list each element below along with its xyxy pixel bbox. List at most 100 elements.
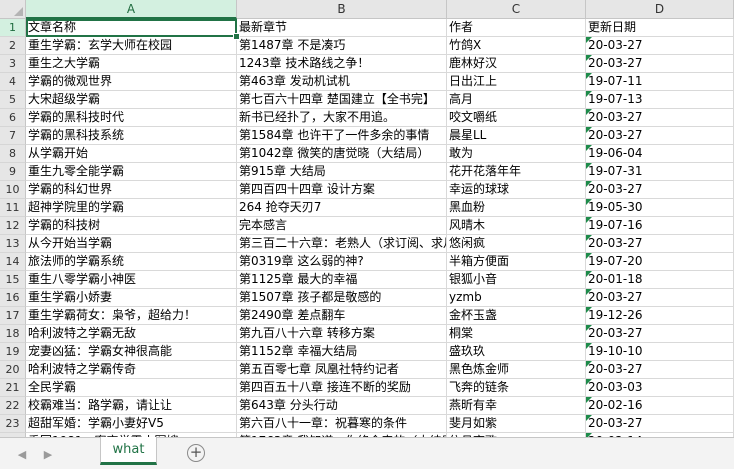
- cell-c23[interactable]: 斐月如紫: [447, 415, 586, 433]
- row-header[interactable]: 20: [0, 361, 26, 379]
- row-header[interactable]: 13: [0, 235, 26, 253]
- cell-c1[interactable]: 作者: [447, 19, 586, 37]
- cell-d16[interactable]: 20-03-27: [586, 289, 734, 307]
- cell-b16[interactable]: 第1507章 孩子都是敬感的: [237, 289, 447, 307]
- cell-a20[interactable]: 哈利波特之学霸传奇: [26, 361, 237, 379]
- cell-d9[interactable]: 19-07-31: [586, 163, 734, 181]
- cell-b1[interactable]: 最新章节: [237, 19, 447, 37]
- cell-c5[interactable]: 高月: [447, 91, 586, 109]
- cell-a16[interactable]: 重生学霸小娇妻: [26, 289, 237, 307]
- row-header[interactable]: 14: [0, 253, 26, 271]
- add-sheet-icon[interactable]: +: [187, 444, 205, 462]
- cell-b3[interactable]: 1243章 技术路线之争！: [237, 55, 447, 73]
- row-header[interactable]: 19: [0, 343, 26, 361]
- cell-c4[interactable]: 日出江上: [447, 73, 586, 91]
- cell-c15[interactable]: 银狐小音: [447, 271, 586, 289]
- cell-a3[interactable]: 重生之大学霸: [26, 55, 237, 73]
- cell-b17[interactable]: 第2490章 差点翻车: [237, 307, 447, 325]
- cell-a4[interactable]: 学霸的微观世界: [26, 73, 237, 91]
- cell-a17[interactable]: 重生学霸荷女：枭爷，超给力！: [26, 307, 237, 325]
- column-header-c[interactable]: C: [447, 0, 586, 19]
- cell-a19[interactable]: 宠妻凶猛：学霸女神很高能: [26, 343, 237, 361]
- row-header[interactable]: 16: [0, 289, 26, 307]
- cell-b22[interactable]: 第643章 分头行动: [237, 397, 447, 415]
- cell-c9[interactable]: 花开花落年年: [447, 163, 586, 181]
- cell-d18[interactable]: 20-03-27: [586, 325, 734, 343]
- row-header[interactable]: 3: [0, 55, 26, 73]
- cell-b13[interactable]: 第三百二十六章：老熟人（求订阅、求月票）: [237, 235, 447, 253]
- cell-c21[interactable]: 飞奔的链条: [447, 379, 586, 397]
- cell-c7[interactable]: 晨星LL: [447, 127, 586, 145]
- cell-d10[interactable]: 20-03-27: [586, 181, 734, 199]
- cell-b20[interactable]: 第五百零七章 凤凰社特约记者: [237, 361, 447, 379]
- row-header[interactable]: 4: [0, 73, 26, 91]
- cell-d21[interactable]: 20-03-03: [586, 379, 734, 397]
- cell-b8[interactable]: 第1042章 微笑的唐觉晓（大结局）: [237, 145, 447, 163]
- cell-d1[interactable]: 更新日期: [586, 19, 734, 37]
- row-header[interactable]: 10: [0, 181, 26, 199]
- cell-a7[interactable]: 学霸的黑科技系统: [26, 127, 237, 145]
- cell-b18[interactable]: 第九百八十六章 转移方案: [237, 325, 447, 343]
- row-header[interactable]: 6: [0, 109, 26, 127]
- row-header[interactable]: 7: [0, 127, 26, 145]
- cell-c13[interactable]: 悠闲疯: [447, 235, 586, 253]
- column-header-a[interactable]: A: [26, 0, 237, 19]
- cell-c6[interactable]: 咬文嚼纸: [447, 109, 586, 127]
- cell-d7[interactable]: 20-03-27: [586, 127, 734, 145]
- cell-c17[interactable]: 金杯玉盏: [447, 307, 586, 325]
- cell-a5[interactable]: 大宋超级学霸: [26, 91, 237, 109]
- cell-d5[interactable]: 19-07-13: [586, 91, 734, 109]
- cell-c10[interactable]: 幸运的球球: [447, 181, 586, 199]
- cell-b6[interactable]: 新书已经扑了，大家不用追。: [237, 109, 447, 127]
- cell-b21[interactable]: 第四百五十八章 接连不断的奖励: [237, 379, 447, 397]
- row-header[interactable]: 1: [0, 19, 26, 37]
- cell-c14[interactable]: 半箱方便面: [447, 253, 586, 271]
- cell-b4[interactable]: 第463章 发动机试机: [237, 73, 447, 91]
- cell-d20[interactable]: 20-03-27: [586, 361, 734, 379]
- cell-c20[interactable]: 黑色炼金师: [447, 361, 586, 379]
- cell-b23[interactable]: 第六百八十一章：祝暮寒的条件: [237, 415, 447, 433]
- cell-d22[interactable]: 20-02-16: [586, 397, 734, 415]
- row-header[interactable]: 21: [0, 379, 26, 397]
- cell-c2[interactable]: 竹鸽X: [447, 37, 586, 55]
- cell-d2[interactable]: 20-03-27: [586, 37, 734, 55]
- row-header[interactable]: 12: [0, 217, 26, 235]
- cell-d8[interactable]: 19-06-04: [586, 145, 734, 163]
- cell-b7[interactable]: 第1584章 也许干了一件多余的事情: [237, 127, 447, 145]
- cell-d14[interactable]: 19-07-20: [586, 253, 734, 271]
- cell-c19[interactable]: 盛玖玖: [447, 343, 586, 361]
- fill-handle[interactable]: [233, 33, 240, 40]
- cell-c8[interactable]: 敢为: [447, 145, 586, 163]
- sheet-tab-what[interactable]: what: [100, 437, 157, 465]
- cell-b11[interactable]: 264 抢夺天刃7: [237, 199, 447, 217]
- cell-d4[interactable]: 19-07-11: [586, 73, 734, 91]
- row-header[interactable]: 15: [0, 271, 26, 289]
- cell-a6[interactable]: 学霸的黑科技时代: [26, 109, 237, 127]
- cell-b5[interactable]: 第七百六十四章 楚国建立【全书完】: [237, 91, 447, 109]
- cell-a12[interactable]: 学霸的科技树: [26, 217, 237, 235]
- scroll-tabs-right-icon[interactable]: ▶: [40, 448, 56, 462]
- row-header[interactable]: 22: [0, 397, 26, 415]
- cell-d3[interactable]: 20-03-27: [586, 55, 734, 73]
- cell-b19[interactable]: 第1152章 幸福大结局: [237, 343, 447, 361]
- row-header[interactable]: 11: [0, 199, 26, 217]
- cell-b15[interactable]: 第1125章 最大的幸福: [237, 271, 447, 289]
- cell-d15[interactable]: 20-01-18: [586, 271, 734, 289]
- cell-d23[interactable]: 20-03-27: [586, 415, 734, 433]
- column-header-d[interactable]: D: [586, 0, 734, 19]
- row-header[interactable]: 18: [0, 325, 26, 343]
- cell-d6[interactable]: 20-03-27: [586, 109, 734, 127]
- cell-a15[interactable]: 重生八零学霸小神医: [26, 271, 237, 289]
- cell-c11[interactable]: 黑血粉: [447, 199, 586, 217]
- cell-a9[interactable]: 重生九零全能学霸: [26, 163, 237, 181]
- cell-d12[interactable]: 19-07-16: [586, 217, 734, 235]
- cell-a10[interactable]: 学霸的科幻世界: [26, 181, 237, 199]
- row-header[interactable]: 2: [0, 37, 26, 55]
- cell-d19[interactable]: 19-10-10: [586, 343, 734, 361]
- cell-b9[interactable]: 第915章 大结局: [237, 163, 447, 181]
- cell-a21[interactable]: 全民学霸: [26, 379, 237, 397]
- select-all-corner[interactable]: [0, 0, 26, 19]
- cell-b10[interactable]: 第四百四十四章 设计方案: [237, 181, 447, 199]
- cell-c18[interactable]: 桐棠: [447, 325, 586, 343]
- row-header[interactable]: 5: [0, 91, 26, 109]
